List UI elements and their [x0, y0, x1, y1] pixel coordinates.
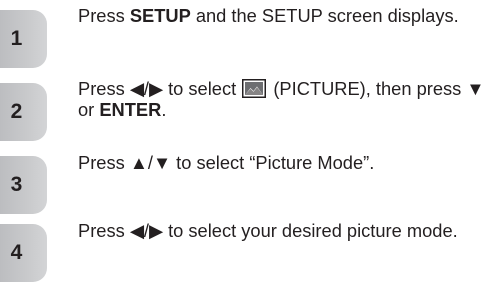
setup-key-label: SETUP — [129, 5, 191, 26]
step-number-badge: 4 — [0, 224, 47, 282]
step-number-badge: 3 — [0, 156, 47, 214]
picture-icon — [242, 79, 267, 98]
step-number: 3 — [10, 173, 23, 196]
up-down-arrow-keys: ▲/▼ — [129, 152, 172, 173]
left-right-arrow-keys: ◀/▶ — [129, 220, 164, 241]
left-right-arrow-keys: ◀/▶ — [129, 78, 164, 99]
step-number: 4 — [10, 241, 23, 264]
step-instruction: Press ◀/▶ to select your desired picture… — [78, 220, 458, 241]
step-number: 2 — [10, 100, 23, 123]
step-instruction: Press SETUP and the SETUP screen display… — [78, 5, 459, 26]
step-instruction: Press ▲/▼ to select “Picture Mode”. — [78, 152, 375, 173]
enter-key-label: ENTER — [99, 99, 162, 120]
step-number-badge: 1 — [0, 10, 47, 68]
step-number-badge: 2 — [0, 83, 47, 141]
step-instruction: Press ◀/▶ to select (PICTURE), then pres… — [78, 78, 485, 120]
down-arrow-key: ▼ — [466, 78, 485, 99]
step-number: 1 — [10, 27, 23, 50]
